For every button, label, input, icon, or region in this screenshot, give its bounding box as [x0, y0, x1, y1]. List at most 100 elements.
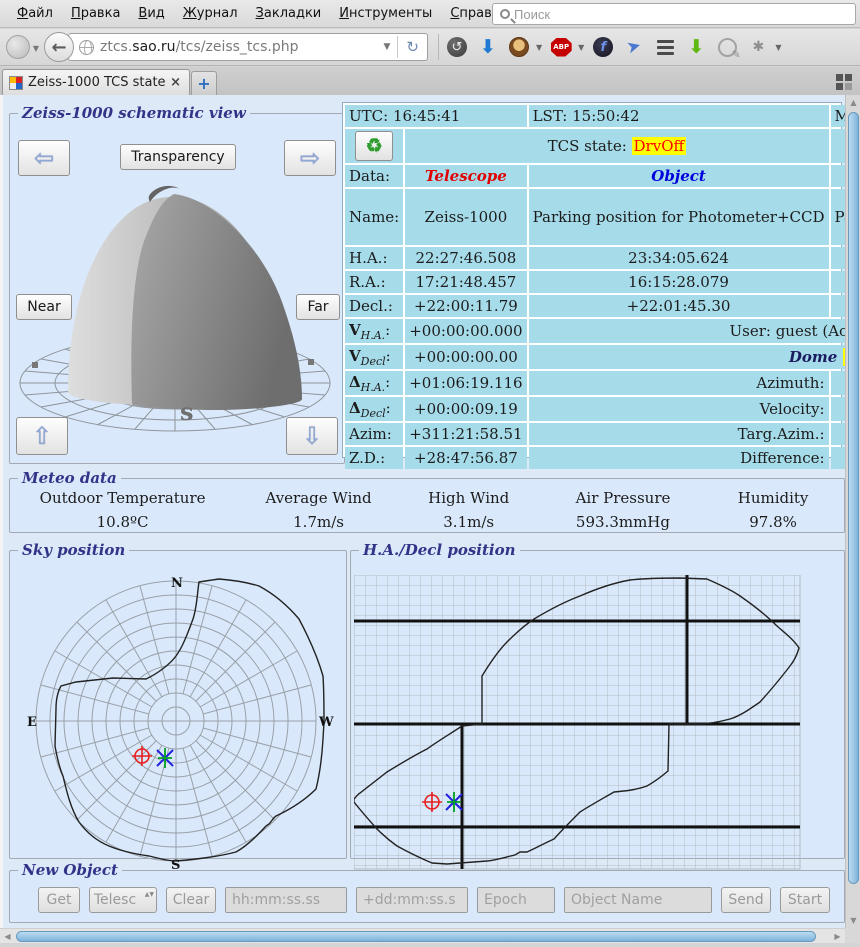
- meteo-legend: Meteo data: [18, 469, 121, 487]
- send-button[interactable]: Send: [721, 887, 771, 913]
- ha-telescope: 22:27:46.508: [405, 247, 526, 269]
- column-object: Object: [529, 165, 829, 187]
- ra-telescope: 17:21:48.457: [405, 271, 526, 293]
- select-spinner-icon[interactable]: ▲▼: [145, 890, 154, 900]
- vha-label: VH.A.:: [345, 319, 403, 343]
- tab-bar: Zeiss-1000 TCS state × +: [0, 67, 860, 95]
- app-menu-icon[interactable]: ▼: [6, 35, 30, 59]
- tab-close-icon[interactable]: ×: [168, 75, 183, 90]
- ddecl-label: ΔDecl:: [345, 397, 403, 421]
- ha-label: H.A.:: [345, 247, 403, 269]
- menu-bar: Файл Правка Вид Журнал Закладки Инструме…: [0, 0, 860, 28]
- ra-label: R.A.:: [345, 271, 403, 293]
- sky-position-legend: Sky position: [18, 541, 129, 559]
- hadecl-position-plot: [354, 575, 840, 871]
- refresh-button[interactable]: ♻: [355, 131, 393, 161]
- search-icon: [500, 9, 510, 19]
- arrow-right-icon: ⇨: [300, 144, 320, 172]
- new-tab-button[interactable]: +: [191, 71, 217, 95]
- tilt-up-button[interactable]: ⇧: [16, 417, 68, 455]
- telescope-name: Zeiss-1000: [405, 189, 526, 245]
- scroll-left-icon[interactable]: ◀: [0, 929, 15, 944]
- site-globe-icon: [79, 40, 94, 55]
- greasemonkey-icon[interactable]: [507, 35, 531, 59]
- history-restore-icon[interactable]: ↺: [445, 35, 469, 59]
- far-button[interactable]: Far: [296, 294, 340, 320]
- epoch-input[interactable]: [477, 887, 555, 913]
- adblock-dropdown-icon[interactable]: ▼: [578, 43, 584, 52]
- data-label: Data:: [345, 165, 403, 187]
- clear-button[interactable]: Clear: [166, 887, 216, 913]
- menu-tools[interactable]: Инструменты: [330, 2, 441, 25]
- tilt-down-button[interactable]: ⇩: [286, 417, 338, 455]
- user-info: User: guest (Acc.Level=1): [529, 319, 860, 343]
- flash-icon[interactable]: f: [591, 35, 615, 59]
- decl-telescope: +22:00:11.79: [405, 295, 526, 317]
- meteo-outdoor-temperature: Outdoor Temperature10.8ºC: [10, 489, 235, 531]
- url-text: ztcs.sao.ru/tcs/zeiss_tcs.php: [100, 39, 299, 55]
- element-picker-icon[interactable]: ➤: [620, 32, 649, 61]
- tcs-state: TCS state: DrvOff: [405, 129, 828, 163]
- scroll-down-icon[interactable]: ▼: [846, 913, 860, 928]
- toolbar-separator: [438, 34, 439, 60]
- adblock-icon[interactable]: ABP: [549, 35, 573, 59]
- reload-icon[interactable]: ↻: [397, 36, 427, 58]
- sky-position-panel: Sky position N S E W: [9, 541, 347, 859]
- menu-file[interactable]: Файл: [8, 2, 62, 25]
- telescope-select[interactable]: Telesc▲▼: [89, 887, 157, 913]
- sky-position-plot: N S E W: [13, 575, 343, 871]
- browser-search-box[interactable]: [492, 3, 856, 25]
- column-telescope: Telescope: [405, 165, 526, 187]
- url-bar[interactable]: ztcs.sao.ru/tcs/zeiss_tcs.php ▼ ↻: [68, 33, 428, 61]
- tab-groups-icon[interactable]: [836, 74, 852, 90]
- targ-azim-label: Targ.Azim.:: [529, 423, 829, 445]
- bug-dropdown-icon[interactable]: ▼: [775, 43, 781, 52]
- rotate-left-button[interactable]: ⇦: [18, 140, 70, 176]
- transparency-button[interactable]: Transparency: [120, 144, 236, 170]
- scroll-right-icon[interactable]: ▶: [830, 929, 845, 944]
- vdecl-label: VDecl:: [345, 345, 403, 369]
- near-button[interactable]: Near: [16, 294, 72, 320]
- schematic-panel: Zeiss-1000 schematic view: [9, 104, 345, 464]
- dec-input[interactable]: [356, 887, 468, 913]
- object-name-input[interactable]: [564, 887, 712, 913]
- url-dropdown-icon[interactable]: ▼: [377, 42, 398, 52]
- greasemonkey-dropdown-icon[interactable]: ▼: [536, 43, 542, 52]
- rotate-right-button[interactable]: ⇨: [284, 140, 336, 176]
- new-object-legend: New Object: [18, 861, 122, 879]
- navigation-toolbar: ▼ ← ztcs.sao.ru/tcs/zeiss_tcs.php ▼ ↻ ↺ …: [0, 29, 860, 66]
- hadecl-position-legend: H.A./Decl position: [359, 541, 520, 559]
- meteo-air-pressure: Air Pressure593.3mmHg: [535, 489, 710, 531]
- download-arrow-icon[interactable]: ⬇: [476, 35, 500, 59]
- start-button[interactable]: Start: [780, 887, 830, 913]
- vertical-scrollbar-thumb[interactable]: [848, 112, 859, 884]
- refresh-icon: ♻: [366, 135, 383, 157]
- hamburger-menu-icon[interactable]: [653, 35, 677, 59]
- vertical-scrollbar[interactable]: ▲ ▼: [845, 95, 860, 928]
- web-developer-icon[interactable]: [715, 35, 739, 59]
- schematic-legend: Zeiss-1000 schematic view: [18, 104, 250, 122]
- meteo-high-wind: High Wind3.1m/s: [402, 489, 535, 531]
- menu-bookmarks[interactable]: Закладки: [247, 2, 331, 25]
- menu-edit[interactable]: Правка: [62, 2, 129, 25]
- chevron-down-icon: ▼: [33, 44, 39, 53]
- search-input[interactable]: [514, 7, 855, 22]
- download-manager-icon[interactable]: ⬇: [684, 35, 708, 59]
- dome-state: DomeOff: [529, 345, 860, 369]
- lst-time: LST: 15:50:42: [529, 105, 829, 127]
- ra-input[interactable]: [225, 887, 347, 913]
- meteo-average-wind: Average Wind1.7m/s: [235, 489, 402, 531]
- tab-zeiss-tcs[interactable]: Zeiss-1000 TCS state ×: [2, 69, 190, 95]
- menu-view[interactable]: Вид: [129, 2, 173, 25]
- back-button[interactable]: ←: [44, 32, 74, 62]
- dha-label: ΔH.A.:: [345, 371, 403, 395]
- zd-label: Z.D.:: [345, 447, 403, 469]
- difference-label: Difference:: [529, 447, 829, 469]
- menu-history[interactable]: Журнал: [174, 2, 247, 25]
- get-button[interactable]: Get: [38, 887, 80, 913]
- bug-icon[interactable]: ✱: [746, 35, 770, 59]
- horizontal-scrollbar-thumb[interactable]: [16, 931, 816, 942]
- hadecl-object-marker: [446, 792, 462, 812]
- scroll-up-icon[interactable]: ▲: [846, 95, 860, 110]
- horizontal-scrollbar[interactable]: ◀ ▶: [0, 928, 845, 943]
